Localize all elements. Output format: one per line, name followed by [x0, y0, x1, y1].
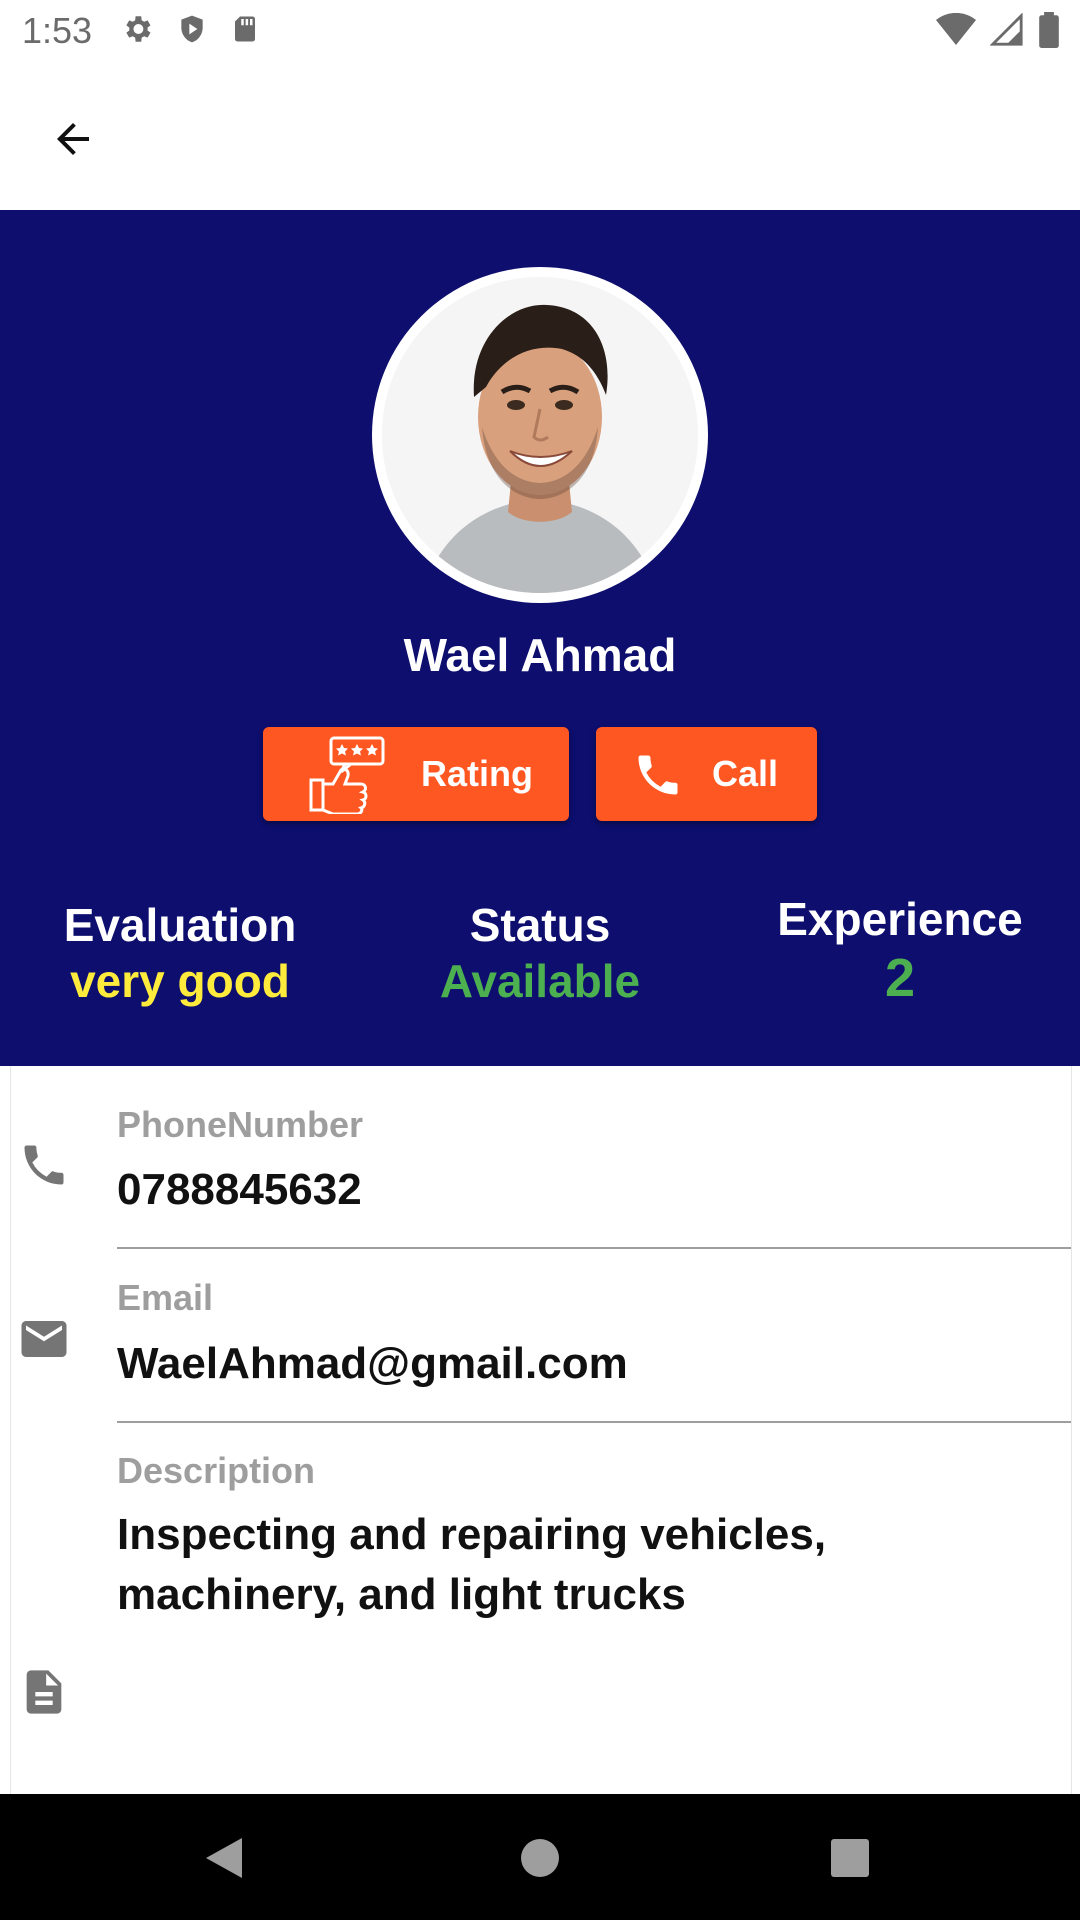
status-stat: Status Available — [360, 897, 720, 1009]
sd-card-icon — [230, 12, 260, 51]
evaluation-stat: Evaluation very good — [0, 897, 360, 1009]
phone-value: 0788845632 — [117, 1165, 362, 1214]
nav-back-icon[interactable] — [202, 1834, 246, 1887]
profile-name: Wael Ahmad — [403, 629, 677, 681]
experience-stat: Experience 2 — [720, 891, 1080, 1009]
app-bar — [0, 64, 1080, 210]
avatar-frame — [372, 267, 708, 603]
battery-icon — [1038, 12, 1060, 53]
description-icon — [15, 1663, 73, 1721]
status-bar: 1:53 — [0, 0, 1080, 64]
nav-recents-icon[interactable] — [830, 1838, 870, 1883]
phone-label: PhoneNumber — [117, 1104, 364, 1145]
status-time: 1:53 — [22, 10, 93, 51]
details-card: PhoneNumber 0788845632 Email WaelAhmad@g… — [10, 1066, 1072, 1794]
status-value: Available — [439, 955, 641, 1007]
email-label: Email — [117, 1277, 214, 1318]
shield-icon — [176, 12, 208, 51]
status-label: Status — [469, 899, 611, 951]
nav-home-icon[interactable] — [520, 1838, 560, 1883]
description-value: Inspecting and repairing vehicles, machi… — [117, 1510, 827, 1619]
email-value: WaelAhmad@gmail.com — [117, 1339, 628, 1388]
description-row: Description Inspecting and repairing veh… — [11, 1423, 1071, 1723]
system-nav-bar — [0, 1794, 1080, 1920]
divider — [117, 1247, 1071, 1249]
rating-button-label: Rating — [421, 753, 533, 794]
experience-value: 2 — [884, 948, 916, 1008]
evaluation-label: Evaluation — [63, 899, 297, 951]
email-row[interactable]: Email WaelAhmad@gmail.com — [11, 1250, 1071, 1423]
call-button-label: Call — [712, 753, 779, 794]
settings-icon — [120, 12, 154, 51]
call-button[interactable]: Call — [596, 727, 817, 821]
rating-button[interactable]: Rating — [263, 727, 569, 821]
phone-icon — [15, 1136, 73, 1194]
phone-icon — [632, 749, 684, 810]
experience-label: Experience — [777, 893, 1023, 945]
description-label: Description — [117, 1450, 316, 1491]
arrow-back-icon — [49, 115, 97, 168]
back-button[interactable] — [40, 108, 106, 174]
email-icon — [15, 1310, 73, 1368]
wifi-icon — [936, 12, 976, 52]
profile-header: Wael Ahmad Rating Call Evaluation very g… — [0, 210, 1080, 1066]
thumbs-up-rating-icon — [307, 734, 387, 823]
avatar — [382, 277, 698, 593]
evaluation-value: very good — [70, 955, 290, 1007]
signal-icon — [989, 12, 1024, 52]
phone-row[interactable]: PhoneNumber 0788845632 — [11, 1066, 1071, 1250]
